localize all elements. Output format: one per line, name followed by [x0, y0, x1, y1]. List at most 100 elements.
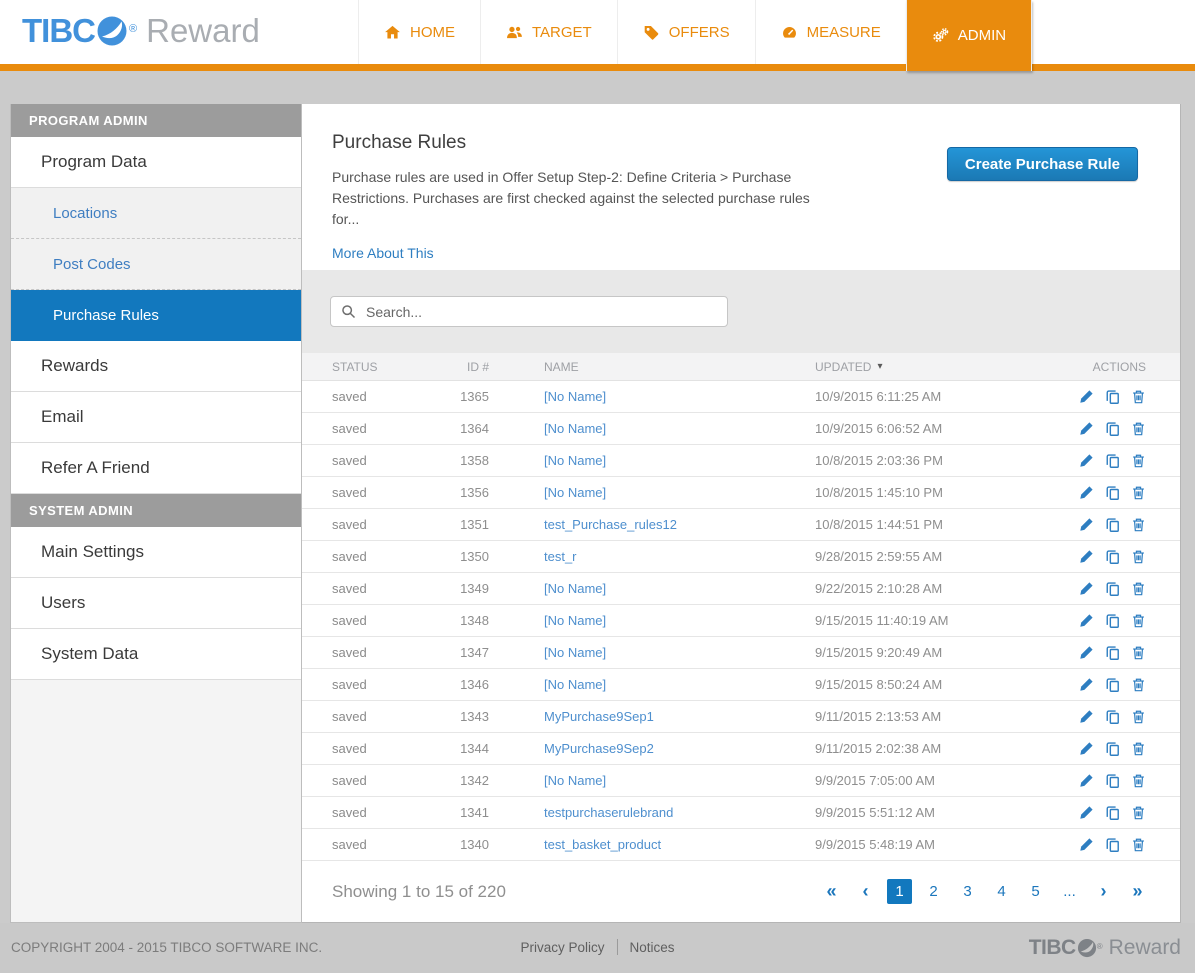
row-name-link[interactable]: [No Name] [544, 645, 760, 660]
page-button-3[interactable]: 3 [955, 879, 980, 904]
sidebar-item-program-data[interactable]: Program Data [11, 137, 301, 188]
row-name-link[interactable]: [No Name] [544, 581, 760, 596]
copy-icon[interactable] [1105, 421, 1120, 436]
delete-icon[interactable] [1131, 773, 1146, 788]
row-name-link[interactable]: test_Purchase_rules12 [544, 517, 760, 532]
sidebar-item-refer-a-friend[interactable]: Refer A Friend [11, 443, 301, 494]
copy-icon[interactable] [1105, 581, 1120, 596]
row-name-link[interactable]: testpurchaserulebrand [544, 805, 760, 820]
edit-icon[interactable] [1079, 837, 1094, 852]
more-about-this-link[interactable]: More About This [332, 245, 434, 261]
row-name-link[interactable]: [No Name] [544, 389, 760, 404]
edit-icon[interactable] [1079, 773, 1094, 788]
notices-link[interactable]: Notices [630, 940, 675, 955]
page-button-2[interactable]: 2 [921, 879, 946, 904]
sidebar-item-rewards[interactable]: Rewards [11, 341, 301, 392]
edit-icon[interactable] [1079, 453, 1094, 468]
copy-icon[interactable] [1105, 613, 1120, 628]
edit-icon[interactable] [1079, 613, 1094, 628]
row-name-link[interactable]: test_basket_product [544, 837, 760, 852]
edit-icon[interactable] [1079, 389, 1094, 404]
column-header-id[interactable]: ID # [437, 360, 489, 374]
delete-icon[interactable] [1131, 741, 1146, 756]
delete-icon[interactable] [1131, 453, 1146, 468]
sidebar-item-main-settings[interactable]: Main Settings [11, 527, 301, 578]
create-purchase-rule-button[interactable]: Create Purchase Rule [946, 147, 1138, 181]
delete-icon[interactable] [1131, 645, 1146, 660]
column-header-name[interactable]: NAME [544, 360, 760, 374]
delete-icon[interactable] [1131, 709, 1146, 724]
sidebar-item-system-data[interactable]: System Data [11, 629, 301, 680]
copy-icon[interactable] [1105, 709, 1120, 724]
row-name-link[interactable]: [No Name] [544, 613, 760, 628]
first-page-button[interactable]: « [819, 879, 844, 904]
edit-icon[interactable] [1079, 709, 1094, 724]
row-actions [1079, 485, 1180, 500]
copy-icon[interactable] [1105, 805, 1120, 820]
privacy-policy-link[interactable]: Privacy Policy [520, 940, 604, 955]
copy-icon[interactable] [1105, 837, 1120, 852]
page-button-5[interactable]: 5 [1023, 879, 1048, 904]
page-button-4[interactable]: 4 [989, 879, 1014, 904]
row-actions [1079, 677, 1180, 692]
delete-icon[interactable] [1131, 613, 1146, 628]
delete-icon[interactable] [1131, 581, 1146, 596]
nav-tab-label: OFFERS [668, 23, 730, 41]
copy-icon[interactable] [1105, 517, 1120, 532]
sidebar-item-users[interactable]: Users [11, 578, 301, 629]
row-name-link[interactable]: [No Name] [544, 485, 760, 500]
row-name-link[interactable]: [No Name] [544, 453, 760, 468]
page-button-1[interactable]: 1 [887, 879, 912, 904]
search-band [302, 270, 1180, 353]
primary-nav: HOME TARGET OFFERS MEASURE ADMIN [358, 0, 1033, 71]
row-name-link[interactable]: MyPurchase9Sep2 [544, 741, 760, 756]
sidebar-item-email[interactable]: Email [11, 392, 301, 443]
edit-icon[interactable] [1079, 517, 1094, 532]
next-page-button[interactable]: › [1091, 879, 1116, 904]
row-name-link[interactable]: [No Name] [544, 421, 760, 436]
edit-icon[interactable] [1079, 741, 1094, 756]
footer-tibco-swoosh-o-icon [1077, 938, 1096, 958]
copy-icon[interactable] [1105, 645, 1120, 660]
copy-icon[interactable] [1105, 453, 1120, 468]
edit-icon[interactable] [1079, 485, 1094, 500]
nav-tab-target[interactable]: TARGET [480, 0, 617, 64]
row-name-link[interactable]: test_r [544, 549, 760, 564]
copy-icon[interactable] [1105, 741, 1120, 756]
copy-icon[interactable] [1105, 485, 1120, 500]
nav-tab-home[interactable]: HOME [358, 0, 480, 64]
delete-icon[interactable] [1131, 517, 1146, 532]
sidebar-item-locations[interactable]: Locations [11, 188, 301, 239]
column-header-updated[interactable]: UPDATED ▾ [815, 360, 1060, 374]
edit-icon[interactable] [1079, 805, 1094, 820]
row-name-link[interactable]: MyPurchase9Sep1 [544, 709, 760, 724]
edit-icon[interactable] [1079, 421, 1094, 436]
tag-icon [643, 24, 660, 41]
copy-icon[interactable] [1105, 549, 1120, 564]
sidebar-item-post-codes[interactable]: Post Codes [11, 239, 301, 290]
delete-icon[interactable] [1131, 837, 1146, 852]
prev-page-button[interactable]: ‹ [853, 879, 878, 904]
edit-icon[interactable] [1079, 645, 1094, 660]
row-name-link[interactable]: [No Name] [544, 773, 760, 788]
copy-icon[interactable] [1105, 773, 1120, 788]
delete-icon[interactable] [1131, 421, 1146, 436]
nav-tab-offers[interactable]: OFFERS [616, 0, 755, 64]
sidebar-item-purchase-rules[interactable]: Purchase Rules [11, 290, 301, 341]
edit-icon[interactable] [1079, 549, 1094, 564]
delete-icon[interactable] [1131, 485, 1146, 500]
row-name-link[interactable]: [No Name] [544, 677, 760, 692]
edit-icon[interactable] [1079, 581, 1094, 596]
nav-tab-measure[interactable]: MEASURE [754, 0, 906, 64]
delete-icon[interactable] [1131, 389, 1146, 404]
column-header-status[interactable]: STATUS [302, 360, 437, 374]
last-page-button[interactable]: » [1125, 879, 1150, 904]
search-input[interactable] [364, 302, 717, 321]
delete-icon[interactable] [1131, 549, 1146, 564]
copy-icon[interactable] [1105, 389, 1120, 404]
nav-tab-admin[interactable]: ADMIN [905, 0, 1033, 71]
copy-icon[interactable] [1105, 677, 1120, 692]
edit-icon[interactable] [1079, 677, 1094, 692]
delete-icon[interactable] [1131, 677, 1146, 692]
delete-icon[interactable] [1131, 805, 1146, 820]
